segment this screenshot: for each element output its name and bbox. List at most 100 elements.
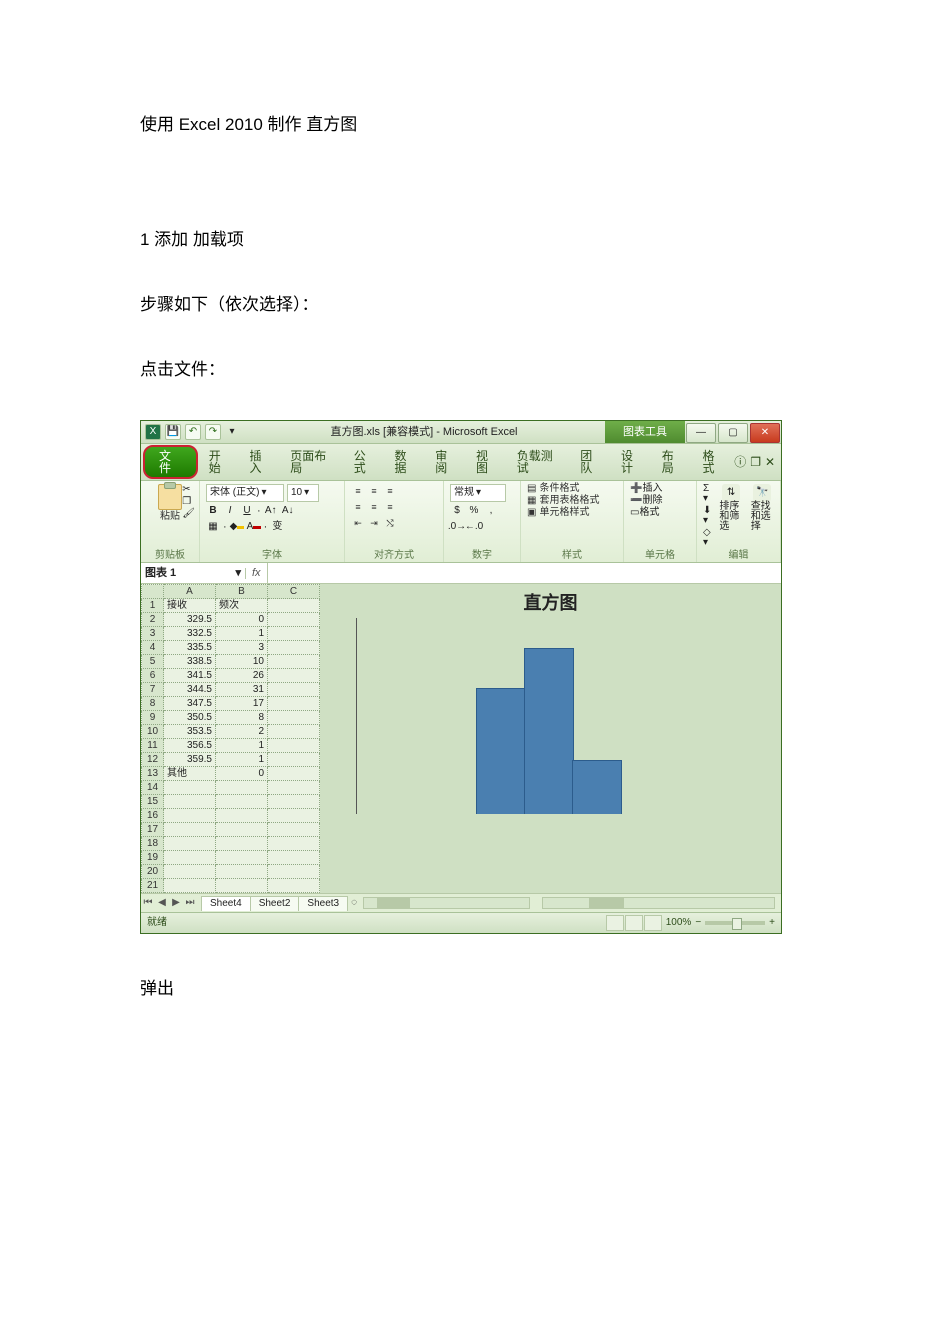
tab-loadtest[interactable]: 负载测试	[508, 446, 571, 478]
hscroll-thumb-right[interactable]	[589, 898, 624, 908]
cell-A9[interactable]: 350.5	[164, 711, 216, 725]
tab-review[interactable]: 审阅	[426, 446, 467, 478]
col-header-C[interactable]: C	[268, 585, 320, 599]
fill-button[interactable]: ⬇ ▾	[703, 506, 711, 526]
insert-cells-button[interactable]: ➕插入	[630, 484, 690, 494]
cell-B20[interactable]	[216, 865, 268, 879]
border-button[interactable]: ▦	[206, 520, 220, 534]
zoom-out-button[interactable]: −	[695, 918, 701, 928]
tab-chart-design[interactable]: 设计	[612, 446, 653, 478]
hscroll-thumb-left[interactable]	[377, 898, 410, 908]
cell-B16[interactable]	[216, 809, 268, 823]
orientation-button[interactable]: ⤭	[383, 516, 397, 530]
col-header-corner[interactable]	[142, 585, 164, 599]
cell-A4[interactable]: 335.5	[164, 641, 216, 655]
align-middle-button[interactable]: ≡	[367, 484, 381, 498]
autosum-button[interactable]: Σ ▾	[703, 484, 711, 504]
conditional-format-button[interactable]: ▤条件格式	[527, 484, 617, 494]
embedded-chart[interactable]: 直方图 频率 101520253035	[320, 584, 781, 893]
tab-insert[interactable]: 插入	[241, 446, 282, 478]
mdi-close-icon[interactable]: ✕	[765, 456, 775, 468]
row-header-6[interactable]: 6	[142, 669, 164, 683]
sort-filter-button[interactable]: ⇅ 排序和筛选	[719, 484, 742, 532]
increase-indent-button[interactable]: ⇥	[367, 516, 381, 530]
cell-C19[interactable]	[268, 851, 320, 865]
tab-page-layout[interactable]: 页面布局	[281, 446, 344, 478]
format-as-table-button[interactable]: ▦套用表格格式	[527, 496, 617, 506]
cell-C11[interactable]	[268, 739, 320, 753]
cell-B11[interactable]: 1	[216, 739, 268, 753]
cell-B8[interactable]: 17	[216, 697, 268, 711]
cell-A20[interactable]	[164, 865, 216, 879]
tab-nav-prev[interactable]: ◀	[155, 896, 169, 910]
delete-cells-button[interactable]: ➖删除	[630, 496, 690, 506]
cell-A12[interactable]: 359.5	[164, 753, 216, 767]
histogram-bar-344.5[interactable]	[524, 648, 574, 818]
cell-B4[interactable]: 3	[216, 641, 268, 655]
row-header-3[interactable]: 3	[142, 627, 164, 641]
row-header-1[interactable]: 1	[142, 599, 164, 613]
row-header-14[interactable]: 14	[142, 781, 164, 795]
cell-A10[interactable]: 353.5	[164, 725, 216, 739]
save-icon[interactable]: 💾	[165, 424, 181, 440]
cell-A18[interactable]	[164, 837, 216, 851]
cell-B21[interactable]	[216, 879, 268, 893]
cell-A3[interactable]: 332.5	[164, 627, 216, 641]
format-painter-icon[interactable]: 🖌	[182, 509, 195, 519]
grow-font-button[interactable]: A↑	[264, 504, 278, 518]
row-header-13[interactable]: 13	[142, 767, 164, 781]
cell-C9[interactable]	[268, 711, 320, 725]
cell-B1[interactable]: 频次	[216, 599, 268, 613]
row-header-12[interactable]: 12	[142, 753, 164, 767]
cell-C14[interactable]	[268, 781, 320, 795]
cell-B6[interactable]: 26	[216, 669, 268, 683]
new-sheet-button[interactable]: ◌	[351, 898, 357, 908]
cell-B18[interactable]	[216, 837, 268, 851]
cell-A6[interactable]: 341.5	[164, 669, 216, 683]
cell-A1[interactable]: 接收	[164, 599, 216, 613]
cell-B7[interactable]: 31	[216, 683, 268, 697]
cell-A15[interactable]	[164, 795, 216, 809]
paste-icon[interactable]	[158, 484, 182, 510]
sheet-tab-Sheet4[interactable]: Sheet4	[201, 896, 251, 911]
cell-C10[interactable]	[268, 725, 320, 739]
find-select-button[interactable]: 🔭 查找和选择	[751, 484, 774, 532]
tab-view[interactable]: 视图	[467, 446, 508, 478]
view-pagebreak-button[interactable]	[644, 915, 662, 931]
cell-B14[interactable]	[216, 781, 268, 795]
zoom-in-button[interactable]: +	[769, 918, 775, 928]
view-normal-button[interactable]	[606, 915, 624, 931]
row-header-2[interactable]: 2	[142, 613, 164, 627]
align-bottom-button[interactable]: ≡	[383, 484, 397, 498]
cell-B5[interactable]: 10	[216, 655, 268, 669]
tab-team[interactable]: 团队	[571, 446, 612, 478]
cell-B17[interactable]	[216, 823, 268, 837]
decrease-decimal-button[interactable]: ←.0	[467, 520, 481, 534]
maximize-button[interactable]: ▢	[718, 423, 748, 443]
underline-button[interactable]: U	[240, 504, 254, 518]
cell-C15[interactable]	[268, 795, 320, 809]
align-top-button[interactable]: ≡	[351, 484, 365, 498]
cell-C13[interactable]	[268, 767, 320, 781]
align-center-button[interactable]: ≡	[367, 500, 381, 514]
row-header-18[interactable]: 18	[142, 837, 164, 851]
tab-formulas[interactable]: 公式	[345, 446, 386, 478]
cell-C17[interactable]	[268, 823, 320, 837]
name-box[interactable]: 图表 1▾	[141, 568, 246, 579]
tab-data[interactable]: 数据	[385, 446, 426, 478]
row-header-17[interactable]: 17	[142, 823, 164, 837]
paste-button[interactable]: 粘贴	[160, 512, 180, 522]
cell-C18[interactable]	[268, 837, 320, 851]
fill-color-button[interactable]: ◆	[230, 520, 244, 534]
cell-C7[interactable]	[268, 683, 320, 697]
tab-nav-first[interactable]: ⏮	[141, 896, 155, 910]
comma-button[interactable]: ,	[484, 504, 498, 518]
cell-B10[interactable]: 2	[216, 725, 268, 739]
tab-home[interactable]: 开始	[200, 446, 241, 478]
row-header-11[interactable]: 11	[142, 739, 164, 753]
cell-A2[interactable]: 329.5	[164, 613, 216, 627]
cell-A14[interactable]	[164, 781, 216, 795]
undo-icon[interactable]: ↶	[185, 424, 201, 440]
cut-icon[interactable]: ✂	[182, 485, 195, 495]
format-cells-button[interactable]: ▭格式	[630, 508, 690, 518]
